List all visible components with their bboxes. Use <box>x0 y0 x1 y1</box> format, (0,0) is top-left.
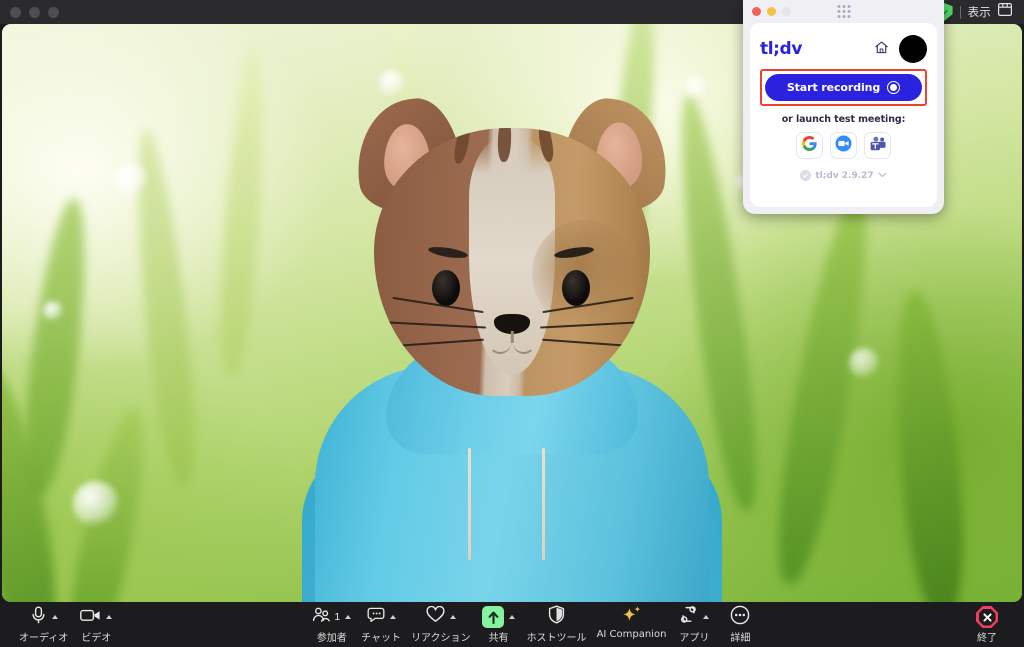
share-arrow-up-icon[interactable] <box>482 606 505 628</box>
toolbar-label-chat: チャット <box>361 633 402 644</box>
tldv-traffic-lights <box>752 7 791 16</box>
shield-icon[interactable] <box>548 605 565 629</box>
home-icon[interactable] <box>874 40 889 59</box>
cat-head <box>348 93 676 404</box>
bokeh-light <box>114 162 149 197</box>
cat-mouth-left <box>489 332 511 354</box>
launch-ms-teams-button[interactable] <box>864 132 891 159</box>
window-traffic-lights <box>10 6 59 18</box>
camera-icon[interactable] <box>80 608 101 627</box>
cat-eye-right <box>562 270 590 306</box>
chat-options-caret[interactable] <box>389 615 396 619</box>
microsoft-teams-icon <box>870 136 886 156</box>
toolbar-item-host-tools[interactable]: ホストツール <box>522 605 592 644</box>
start-recording-button[interactable]: Start recording <box>765 74 922 101</box>
zoom-titlebar-right-controls: 表示 <box>935 3 1014 21</box>
ellipsis-icon[interactable] <box>730 605 750 630</box>
tldv-version-label: tl;dv 2.9.27 <box>815 170 874 181</box>
toolbar-label-host-tools: ホストツール <box>526 633 587 644</box>
tldv-popup-window: tl;dv Start recording or launch test mee… <box>743 0 944 214</box>
record-dot-icon <box>887 81 901 94</box>
hoodie-drawstring-right <box>542 448 545 560</box>
toolbar-item-more[interactable]: 詳細 <box>717 605 763 644</box>
toolbar-item-reactions[interactable]: リアクション <box>406 605 476 644</box>
audio-options-caret[interactable] <box>51 615 58 619</box>
end-call-octagon-x-icon[interactable] <box>976 606 998 628</box>
close-window-button[interactable] <box>10 6 21 18</box>
video-options-caret[interactable] <box>106 615 113 619</box>
view-label[interactable]: 表示 <box>968 4 991 20</box>
tldv-version-row[interactable]: tl;dv 2.9.27 <box>760 170 927 181</box>
toolbar-label-ai-companion: AI Companion <box>596 629 667 640</box>
cat-forehead-stripe <box>451 128 473 165</box>
tldv-logo: tl;dv <box>760 39 803 59</box>
chat-bubble-icon[interactable] <box>367 607 385 628</box>
toolbar-item-ai-companion[interactable]: AI Companion <box>592 605 672 640</box>
tldv-close-button[interactable] <box>752 7 761 16</box>
start-recording-label: Start recording <box>786 81 881 94</box>
check-circle-icon <box>800 170 812 181</box>
maximize-window-button[interactable] <box>48 6 59 18</box>
toolbar-label-audio: オーディオ <box>19 633 69 644</box>
cat-eye-left <box>432 270 460 306</box>
launch-google-meet-button[interactable] <box>796 132 823 159</box>
toolbar-label-participants: 参加者 <box>316 633 347 644</box>
launch-zoom-button[interactable] <box>830 132 857 159</box>
participants-options-caret[interactable] <box>345 615 352 619</box>
tldv-minimize-button[interactable] <box>767 7 776 16</box>
bokeh-light <box>848 347 879 378</box>
cat-whisker <box>542 338 636 348</box>
sparkle-icon[interactable] <box>621 605 642 630</box>
toolbar-label-reactions: リアクション <box>411 633 471 644</box>
bokeh-light <box>73 480 120 527</box>
cat-mouth-right <box>513 332 535 354</box>
cat-whisker <box>390 338 484 348</box>
toolbar-label-more: 詳細 <box>730 633 751 644</box>
toolbar-label-video: ビデオ <box>81 633 112 644</box>
avatar[interactable] <box>899 35 927 63</box>
cat-whisker <box>388 321 486 329</box>
launch-test-meeting-label: or launch test meeting: <box>781 114 906 125</box>
tldv-header-right <box>874 35 927 63</box>
toolbar-item-apps[interactable]: アプリ <box>671 605 717 644</box>
toolbar-item-end-meeting[interactable]: 終了 <box>964 605 1010 644</box>
layout-grid-icon[interactable] <box>998 3 1013 21</box>
apps-icon[interactable] <box>679 606 698 628</box>
microphone-icon[interactable] <box>30 606 47 629</box>
google-g-icon <box>801 136 817 155</box>
hoodie-drawstring-left <box>468 448 471 560</box>
zoom-camera-icon <box>835 135 852 156</box>
zoom-meeting-toolbar: オーディオ ビデオ 1 参加者 チャット リアクション 共有 ホストツール AI… <box>0 602 1024 647</box>
heart-icon[interactable] <box>426 605 445 628</box>
record-button-highlight: Start recording <box>760 69 927 106</box>
minimize-window-button[interactable] <box>29 6 40 18</box>
tldv-header: tl;dv <box>760 32 927 66</box>
reactions-options-caret[interactable] <box>449 615 456 619</box>
drag-grip-dots-icon[interactable] <box>837 5 850 18</box>
toolbar-label-apps: アプリ <box>679 633 710 644</box>
tldv-titlebar <box>743 0 944 23</box>
toolbar-item-video[interactable]: ビデオ <box>73 605 119 644</box>
cat-face <box>374 128 650 396</box>
launch-test-meeting-buttons <box>760 132 927 159</box>
toolbar-item-participants[interactable]: 1 参加者 <box>307 605 356 644</box>
toolbar-label-share: 共有 <box>488 633 509 644</box>
apps-options-caret[interactable] <box>703 615 710 619</box>
toolbar-item-chat[interactable]: チャット <box>356 605 406 644</box>
titlebar-divider <box>959 5 961 19</box>
toolbar-label-end-meeting: 終了 <box>977 633 997 644</box>
cat-avatar <box>297 82 727 602</box>
share-options-caret[interactable] <box>509 615 516 619</box>
toolbar-item-audio[interactable]: オーディオ <box>14 605 73 644</box>
tldv-maximize-button-disabled <box>782 7 791 16</box>
participants-icon[interactable] <box>312 607 331 628</box>
tldv-card: tl;dv Start recording or launch test mee… <box>750 23 937 207</box>
toolbar-item-share[interactable]: 共有 <box>476 605 522 644</box>
cat-brow-left <box>427 244 469 261</box>
participants-count: 1 <box>334 611 341 623</box>
chevron-down-icon[interactable] <box>878 171 887 181</box>
